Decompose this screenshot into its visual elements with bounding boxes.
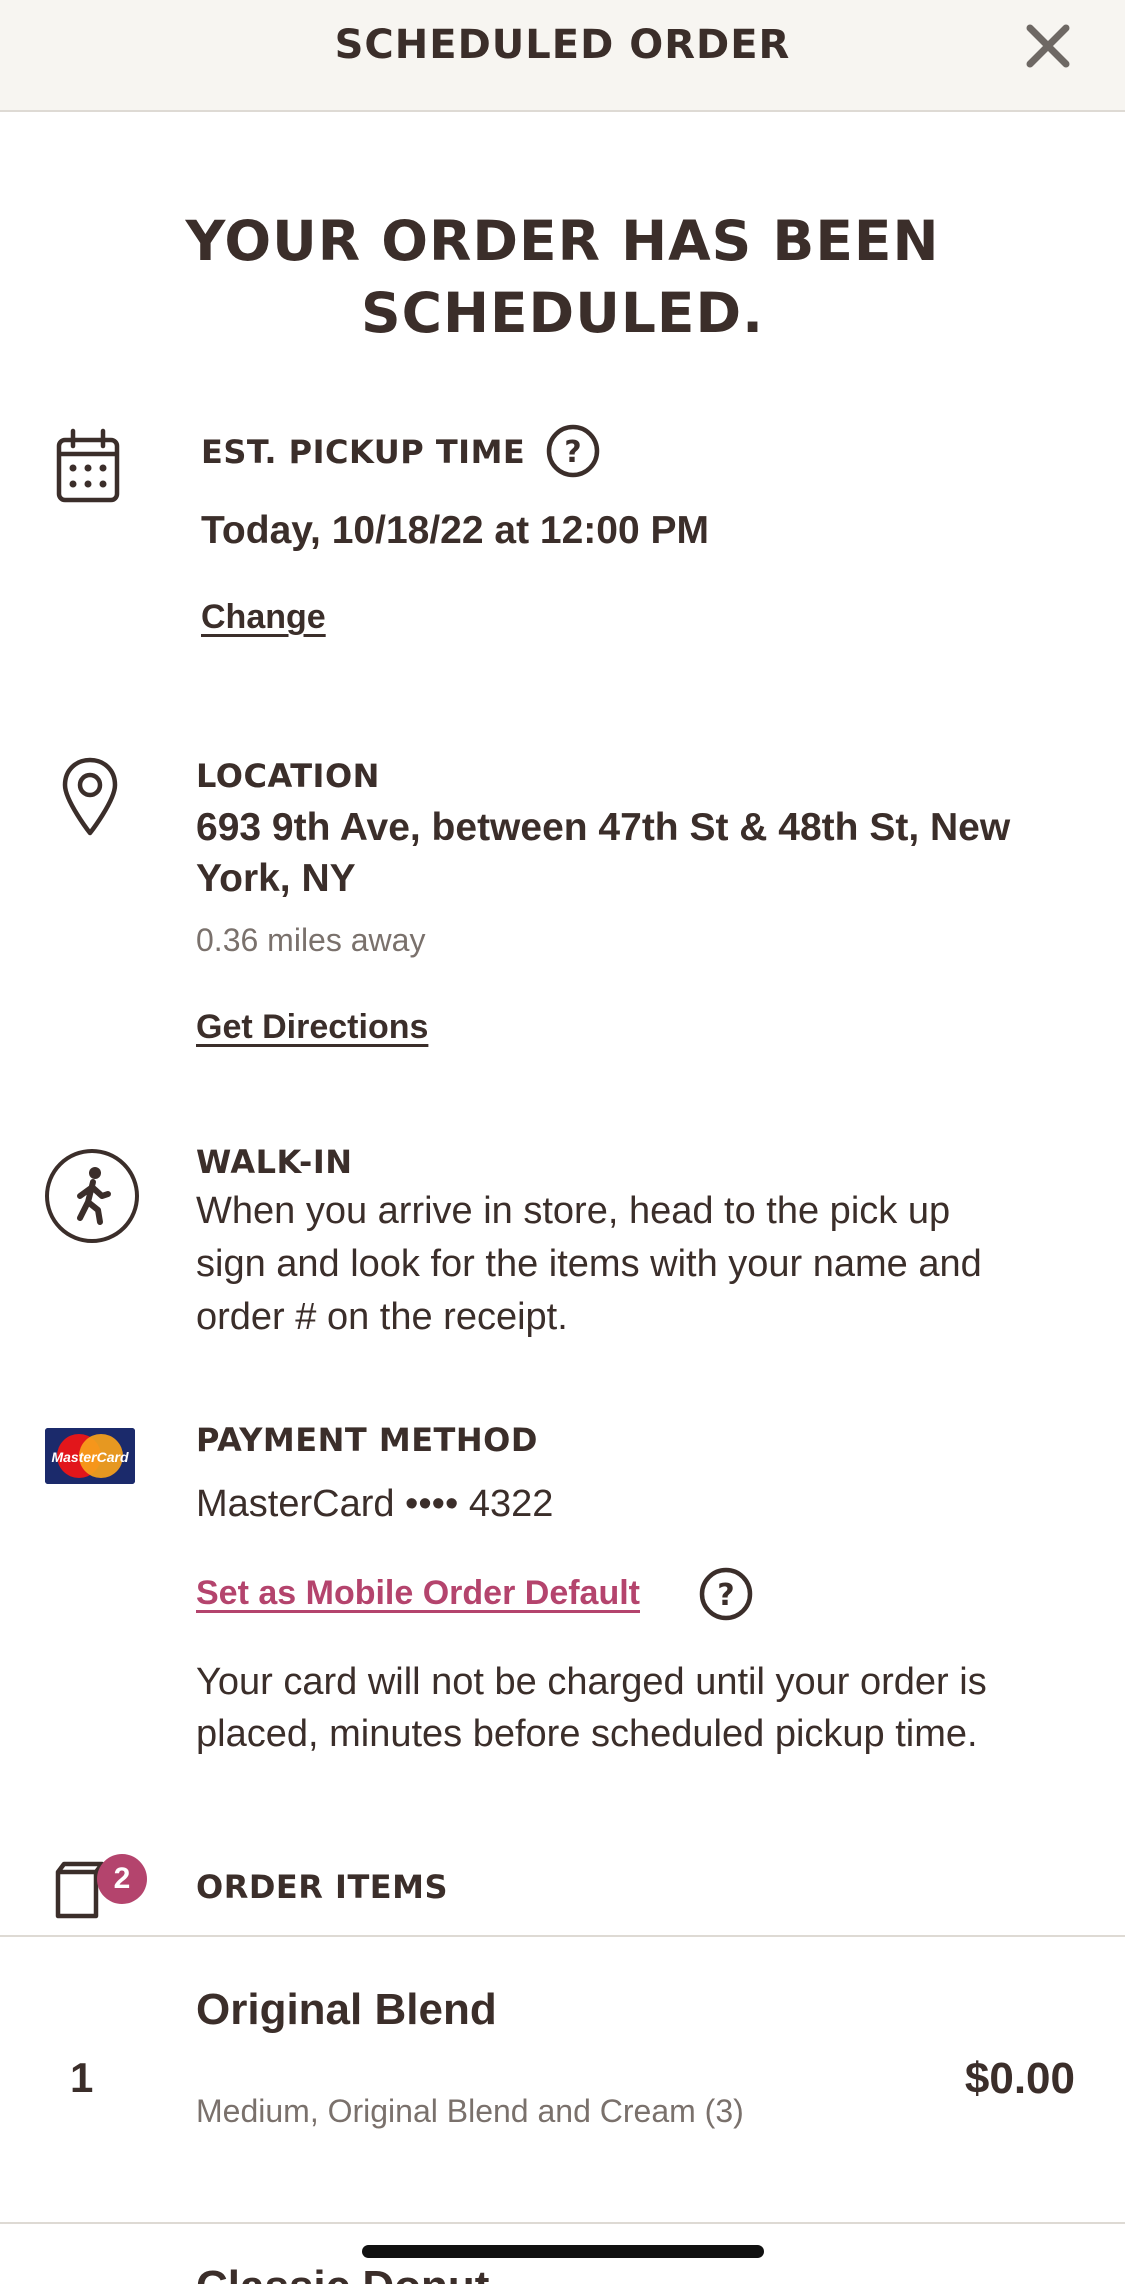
order-item-name: Original Blend — [196, 1985, 497, 2034]
headline-line-1: YOUR ORDER HAS BEEN — [185, 209, 940, 273]
walking-person-icon — [44, 1148, 140, 1249]
walkin-instructions-line-2: sign and look for the items with your na… — [196, 1243, 982, 1285]
confirmation-headline: YOUR ORDER HAS BEEN SCHEDULED. — [100, 205, 1025, 349]
pickup-help-icon[interactable]: ? — [545, 423, 601, 484]
walkin-instructions-line-1: When you arrive in store, head to the pi… — [196, 1190, 951, 1232]
svg-text:?: ? — [564, 435, 581, 470]
location-address-line-1: 693 9th Ave, between 47th St & 48th St, … — [196, 806, 1011, 849]
payment-note-line-1: Your card will not be charged until your… — [196, 1661, 987, 1703]
order-items-divider — [0, 1935, 1125, 1937]
walkin-instructions-line-3: order # on the receipt. — [196, 1296, 568, 1338]
payment-card-value: MasterCard •••• 4322 — [196, 1483, 554, 1525]
order-item-quantity: 1 — [70, 2054, 94, 2101]
order-items-label: ORDER ITEMS — [196, 1868, 449, 1906]
pickup-time-value: Today, 10/18/22 at 12:00 PM — [201, 509, 709, 552]
order-item-divider — [0, 2222, 1125, 2224]
close-button[interactable] — [1022, 20, 1074, 72]
location-label: LOCATION — [196, 757, 380, 795]
calendar-icon — [55, 428, 121, 509]
svg-text:?: ? — [717, 1578, 734, 1613]
location-pin-icon — [60, 757, 120, 842]
mastercard-logo-icon: MasterCard — [45, 1428, 135, 1484]
order-item-price: $0.00 — [964, 2054, 1075, 2103]
pickup-time-label: EST. PICKUP TIME — [201, 433, 526, 471]
get-directions-link[interactable]: Get Directions — [196, 1008, 428, 1047]
close-icon — [1026, 24, 1070, 68]
payment-help-icon[interactable]: ? — [698, 1566, 754, 1627]
location-distance: 0.36 miles away — [196, 922, 426, 958]
order-item-description: Medium, Original Blend and Cream (3) — [196, 2093, 744, 2129]
order-item-name: Classic Donut — [196, 2262, 489, 2284]
payment-note-line-2: placed, minutes before scheduled pickup … — [196, 1713, 978, 1755]
payment-method-label: PAYMENT METHOD — [196, 1421, 538, 1459]
header-title: SCHEDULED ORDER — [334, 22, 791, 68]
headline-line-2: SCHEDULED. — [360, 281, 765, 345]
home-indicator[interactable] — [362, 2245, 764, 2258]
set-default-payment-link[interactable]: Set as Mobile Order Default — [196, 1574, 640, 1613]
mastercard-logo-text: MasterCard — [51, 1449, 128, 1465]
order-items-count-badge: 2 — [97, 1854, 147, 1904]
header-bar: SCHEDULED ORDER — [0, 0, 1125, 112]
location-address-line-2: York, NY — [196, 857, 356, 900]
change-pickup-link[interactable]: Change — [201, 598, 326, 637]
walkin-label: WALK-IN — [196, 1143, 353, 1181]
